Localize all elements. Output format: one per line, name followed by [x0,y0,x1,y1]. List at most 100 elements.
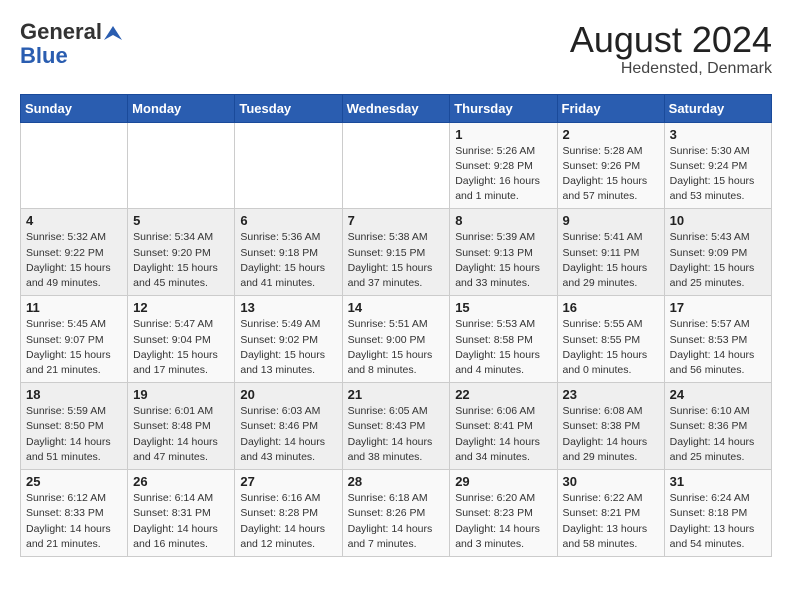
cell-content: Sunrise: 5:47 AMSunset: 9:04 PMDaylight:… [133,317,229,378]
weekday-header: Tuesday [235,94,342,122]
calendar-cell: 17Sunrise: 5:57 AMSunset: 8:53 PMDayligh… [664,296,771,383]
calendar-cell: 7 Sunrise: 5:38 AMSunset: 9:15 PMDaylight… [342,209,450,296]
calendar-cell: 16Sunrise: 5:55 AMSunset: 8:55 PMDayligh… [557,296,664,383]
cell-content: Sunrise: 5:28 AMSunset: 9:26 PMDaylight:… [563,144,659,205]
cell-content: Sunrise: 5:41 AMSunset: 9:11 PMDaylight:… [563,230,659,291]
day-number: 3 [670,127,766,142]
weekday-header: Wednesday [342,94,450,122]
calendar-cell: 2 Sunrise: 5:28 AMSunset: 9:26 PMDaylight… [557,122,664,209]
calendar-week-row: 11 Sunrise: 5:45 AMSunset: 9:07 PMDayligh… [21,296,772,383]
logo-text: General [20,20,122,44]
day-number: 16 [563,300,659,315]
cell-content: Sunrise: 6:10 AMSunset: 8:36 PMDaylight:… [670,404,766,465]
calendar-week-row: 25 Sunrise: 6:12 AMSunset: 8:33 PMDayligh… [21,470,772,557]
day-number: 18 [26,387,122,402]
day-number: 10 [670,213,766,228]
calendar-cell [21,122,128,209]
weekday-header: Friday [557,94,664,122]
calendar-header: SundayMondayTuesdayWednesdayThursdayFrid… [21,94,772,122]
logo-bird-icon [104,26,122,40]
calendar-cell: 23 Sunrise: 6:08 AMSunset: 8:38 PMDayligh… [557,383,664,470]
day-number: 4 [26,213,122,228]
calendar-cell: 29 Sunrise: 6:20 AMSunset: 8:23 PMDayligh… [450,470,557,557]
day-number: 25 [26,474,122,489]
calendar-cell: 9 Sunrise: 5:41 AMSunset: 9:11 PMDaylight… [557,209,664,296]
cell-content: Sunrise: 6:12 AMSunset: 8:33 PMDaylight:… [26,491,122,552]
calendar-cell: 18 Sunrise: 5:59 AMSunset: 8:50 PMDayligh… [21,383,128,470]
cell-content: Sunrise: 5:51 AMSunset: 9:00 PMDaylight:… [348,317,445,378]
day-number: 26 [133,474,229,489]
day-number: 9 [563,213,659,228]
day-number: 12 [133,300,229,315]
calendar-cell: 28 Sunrise: 6:18 AMSunset: 8:26 PMDayligh… [342,470,450,557]
calendar-cell: 26 Sunrise: 6:14 AMSunset: 8:31 PMDayligh… [128,470,235,557]
cell-content: Sunrise: 5:38 AMSunset: 9:15 PMDaylight:… [348,230,445,291]
title-block: August 2024 Hedensted, Denmark [570,20,772,78]
cell-content: Sunrise: 6:22 AMSunset: 8:21 PMDaylight:… [563,491,659,552]
day-number: 7 [348,213,445,228]
day-number: 11 [26,300,122,315]
calendar-cell: 27Sunrise: 6:16 AMSunset: 8:28 PMDayligh… [235,470,342,557]
cell-content: Sunrise: 5:36 AMSunset: 9:18 PMDaylight:… [240,230,336,291]
weekday-header: Thursday [450,94,557,122]
location: Hedensted, Denmark [570,60,772,78]
calendar-cell: 5 Sunrise: 5:34 AMSunset: 9:20 PMDaylight… [128,209,235,296]
calendar-cell: 19Sunrise: 6:01 AMSunset: 8:48 PMDayligh… [128,383,235,470]
cell-content: Sunrise: 5:57 AMSunset: 8:53 PMDaylight:… [670,317,766,378]
calendar-cell: 4 Sunrise: 5:32 AMSunset: 9:22 PMDaylight… [21,209,128,296]
day-number: 1 [455,127,551,142]
weekday-header: Saturday [664,94,771,122]
day-number: 28 [348,474,445,489]
calendar-cell: 13 Sunrise: 5:49 AMSunset: 9:02 PMDayligh… [235,296,342,383]
calendar-cell: 10 Sunrise: 5:43 AMSunset: 9:09 PMDayligh… [664,209,771,296]
calendar-cell: 14 Sunrise: 5:51 AMSunset: 9:00 PMDayligh… [342,296,450,383]
cell-content: Sunrise: 6:20 AMSunset: 8:23 PMDaylight:… [455,491,551,552]
page-header: General Blue August 2024 Hedensted, Denm… [20,20,772,78]
day-number: 2 [563,127,659,142]
day-number: 15 [455,300,551,315]
day-number: 22 [455,387,551,402]
calendar-body: 1 Sunrise: 5:26 AMSunset: 9:28 PMDaylight… [21,122,772,556]
day-number: 24 [670,387,766,402]
cell-content: Sunrise: 5:32 AMSunset: 9:22 PMDaylight:… [26,230,122,291]
calendar-week-row: 4 Sunrise: 5:32 AMSunset: 9:22 PMDaylight… [21,209,772,296]
calendar-cell: 22Sunrise: 6:06 AMSunset: 8:41 PMDayligh… [450,383,557,470]
cell-content: Sunrise: 5:53 AMSunset: 8:58 PMDaylight:… [455,317,551,378]
cell-content: Sunrise: 6:01 AMSunset: 8:48 PMDaylight:… [133,404,229,465]
logo: General Blue [20,20,122,68]
cell-content: Sunrise: 5:59 AMSunset: 8:50 PMDaylight:… [26,404,122,465]
day-number: 23 [563,387,659,402]
day-number: 31 [670,474,766,489]
month-title: August 2024 [570,20,772,60]
calendar-cell [128,122,235,209]
day-number: 27 [240,474,336,489]
calendar-cell: 25 Sunrise: 6:12 AMSunset: 8:33 PMDayligh… [21,470,128,557]
cell-content: Sunrise: 5:34 AMSunset: 9:20 PMDaylight:… [133,230,229,291]
calendar-week-row: 1 Sunrise: 5:26 AMSunset: 9:28 PMDaylight… [21,122,772,209]
logo-general: General [20,19,102,44]
day-number: 6 [240,213,336,228]
calendar-cell [235,122,342,209]
calendar-cell: 6 Sunrise: 5:36 AMSunset: 9:18 PMDaylight… [235,209,342,296]
cell-content: Sunrise: 5:45 AMSunset: 9:07 PMDaylight:… [26,317,122,378]
day-number: 13 [240,300,336,315]
cell-content: Sunrise: 6:05 AMSunset: 8:43 PMDaylight:… [348,404,445,465]
cell-content: Sunrise: 6:18 AMSunset: 8:26 PMDaylight:… [348,491,445,552]
calendar-cell: 3Sunrise: 5:30 AMSunset: 9:24 PMDaylight… [664,122,771,209]
cell-content: Sunrise: 5:49 AMSunset: 9:02 PMDaylight:… [240,317,336,378]
weekday-row: SundayMondayTuesdayWednesdayThursdayFrid… [21,94,772,122]
day-number: 5 [133,213,229,228]
calendar-cell: 15 Sunrise: 5:53 AMSunset: 8:58 PMDayligh… [450,296,557,383]
day-number: 14 [348,300,445,315]
weekday-header: Sunday [21,94,128,122]
calendar-cell: 30 Sunrise: 6:22 AMSunset: 8:21 PMDayligh… [557,470,664,557]
cell-content: Sunrise: 6:08 AMSunset: 8:38 PMDaylight:… [563,404,659,465]
cell-content: Sunrise: 5:43 AMSunset: 9:09 PMDaylight:… [670,230,766,291]
day-number: 29 [455,474,551,489]
logo-blue: Blue [20,43,68,68]
cell-content: Sunrise: 6:14 AMSunset: 8:31 PMDaylight:… [133,491,229,552]
cell-content: Sunrise: 5:26 AMSunset: 9:28 PMDaylight:… [455,144,551,205]
calendar-table: SundayMondayTuesdayWednesdayThursdayFrid… [20,94,772,557]
calendar-cell: 1 Sunrise: 5:26 AMSunset: 9:28 PMDaylight… [450,122,557,209]
day-number: 30 [563,474,659,489]
